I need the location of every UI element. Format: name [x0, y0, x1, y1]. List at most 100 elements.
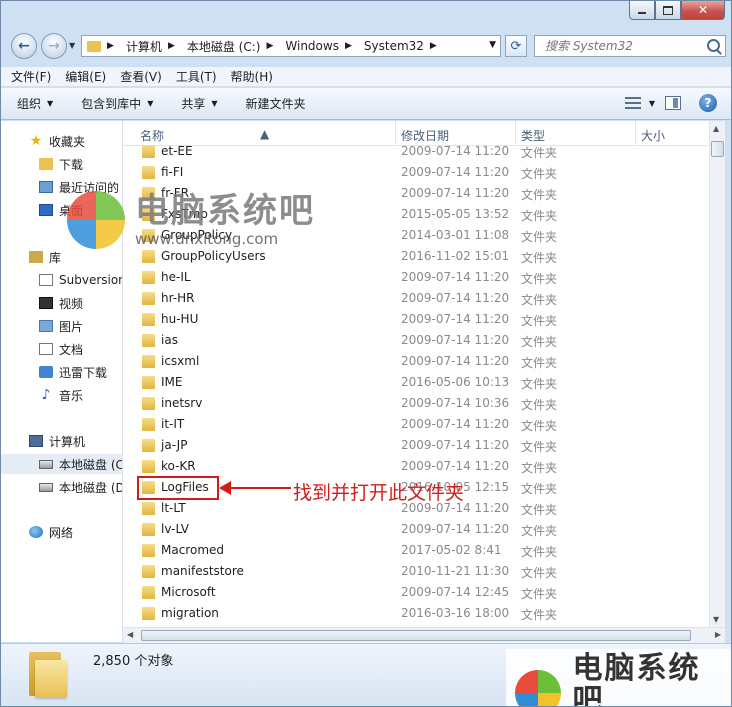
table-row[interactable]: Microsoft 2009-07-14 12:45 文件夹 [123, 582, 709, 603]
menu-edit[interactable]: 编辑(E) [65, 68, 106, 85]
caret-down-icon[interactable]: ▼ [649, 99, 655, 108]
maximize-button[interactable] [655, 1, 681, 20]
computer-icon [29, 435, 43, 447]
search-icon[interactable] [707, 39, 720, 52]
nav-subversion[interactable]: Subversion [1, 270, 122, 290]
folder-icon [142, 460, 155, 473]
file-type: 文件夹 [521, 293, 558, 307]
folder-icon [142, 313, 155, 326]
chevron-right-icon: ▶ [344, 41, 352, 51]
nav-videos[interactable]: 视频 [1, 293, 122, 313]
scroll-thumb[interactable] [711, 141, 724, 157]
folder-large-icon [29, 652, 69, 698]
vertical-scrollbar[interactable]: ▲ ▼ [709, 121, 725, 627]
table-row[interactable]: hr-HR 2009-07-14 11:20 文件夹 [123, 288, 709, 309]
music-icon: ♪ [41, 387, 51, 403]
preview-pane-icon[interactable] [665, 96, 681, 110]
table-row[interactable]: GroupPolicyUsers 2016-11-02 15:01 文件夹 [123, 246, 709, 267]
table-row[interactable]: fi-FI 2009-07-14 11:20 文件夹 [123, 162, 709, 183]
nav-disk-c[interactable]: 本地磁盘 (C [1, 454, 122, 474]
table-row[interactable]: IME 2016-05-06 10:13 文件夹 [123, 372, 709, 393]
scroll-down-icon[interactable]: ▼ [713, 615, 719, 624]
nav-pictures[interactable]: 图片 [1, 316, 122, 336]
table-row[interactable]: Macromed 2017-05-02 8:41 文件夹 [123, 540, 709, 561]
file-date: 2009-07-14 11:20 [401, 165, 510, 179]
table-row[interactable]: inetsrv 2009-07-14 10:36 文件夹 [123, 393, 709, 414]
breadcrumb-system32[interactable]: System32 ▶ [364, 39, 443, 53]
breadcrumb-computer[interactable]: 计算机 ▶ [126, 38, 181, 55]
watermark-corner: 电脑系统吧 www.dnxitong.com [513, 653, 731, 707]
share-button[interactable]: 共享 ▼ [181, 95, 217, 112]
table-row[interactable]: lv-LV 2009-07-14 11:20 文件夹 [123, 519, 709, 540]
nav-favorites[interactable]: ★ 收藏夹 [1, 131, 122, 151]
back-button[interactable]: ← [11, 33, 37, 59]
close-button[interactable]: ✕ [681, 1, 725, 20]
breadcrumb-windows[interactable]: Windows ▶ [285, 39, 358, 53]
menu-tools[interactable]: 工具(T) [176, 68, 217, 85]
new-folder-button[interactable]: 新建文件夹 [246, 95, 306, 112]
file-type: 文件夹 [521, 314, 558, 328]
folder-icon [142, 544, 155, 557]
file-type: 文件夹 [521, 503, 558, 517]
file-name: ja-JP [161, 438, 188, 452]
video-icon [39, 297, 53, 309]
table-row[interactable]: he-IL 2009-07-14 11:20 文件夹 [123, 267, 709, 288]
scroll-right-icon[interactable]: ▶ [715, 630, 721, 639]
table-row[interactable]: ja-JP 2009-07-14 11:20 文件夹 [123, 435, 709, 456]
table-row[interactable]: icsxml 2009-07-14 11:20 文件夹 [123, 351, 709, 372]
table-row[interactable]: ias 2009-07-14 11:20 文件夹 [123, 330, 709, 351]
menu-view[interactable]: 查看(V) [120, 68, 162, 85]
address-bar[interactable]: ▶ 计算机 ▶ 本地磁盘 (C:) ▶ Windows ▶ System32 ▶ ▼ [81, 35, 501, 57]
file-type: 文件夹 [521, 608, 558, 622]
file-type: 文件夹 [521, 524, 558, 538]
scroll-left-icon[interactable]: ◀ [127, 630, 133, 639]
breadcrumb-disk-c[interactable]: 本地磁盘 (C:) ▶ [187, 38, 280, 55]
nav-computer[interactable]: 计算机 [1, 431, 122, 451]
nav-network[interactable]: 网络 [1, 522, 122, 542]
file-date: 2016-05-06 10:13 [401, 375, 510, 389]
table-row[interactable]: et-EE 2009-07-14 11:20 文件夹 [123, 141, 709, 162]
table-row[interactable]: ko-KR 2009-07-14 11:20 文件夹 [123, 456, 709, 477]
nav-disk-d[interactable]: 本地磁盘 (D [1, 477, 122, 497]
folder-icon [142, 439, 155, 452]
highlight-box [137, 476, 219, 500]
help-icon[interactable]: ? [699, 94, 717, 112]
picture-icon [39, 320, 53, 332]
scroll-thumb-horizontal[interactable] [141, 630, 691, 641]
include-library-button[interactable]: 包含到库中 ▼ [81, 95, 153, 112]
nav-xunlei[interactable]: 迅雷下载 [1, 362, 122, 382]
table-row[interactable]: it-IT 2009-07-14 11:20 文件夹 [123, 414, 709, 435]
nav-music[interactable]: ♪ 音乐 [1, 385, 122, 405]
folder-icon [142, 523, 155, 536]
file-type: 文件夹 [521, 482, 558, 496]
file-name: ias [161, 333, 178, 347]
file-name: he-IL [161, 270, 191, 284]
table-row[interactable]: hu-HU 2009-07-14 11:20 文件夹 [123, 309, 709, 330]
folder-icon [142, 376, 155, 389]
nav-libraries[interactable]: 库 [1, 247, 122, 267]
nav-documents[interactable]: 文档 [1, 339, 122, 359]
watermark-title: 电脑系统吧 [572, 651, 701, 707]
menu-file[interactable]: 文件(F) [11, 68, 51, 85]
file-type: 文件夹 [521, 461, 558, 475]
forward-button[interactable]: → [41, 33, 67, 59]
breadcrumb-root[interactable]: ▶ [107, 41, 120, 51]
minimize-button[interactable] [629, 1, 655, 20]
table-row[interactable]: manifeststore 2010-11-21 11:30 文件夹 [123, 561, 709, 582]
file-name: GroupPolicyUsers [161, 249, 266, 263]
view-options-icon[interactable] [624, 97, 641, 109]
refresh-button[interactable]: ⟳ [505, 35, 527, 57]
search-box[interactable] [534, 35, 726, 57]
menu-help[interactable]: 帮助(H) [231, 68, 273, 85]
folder-icon [142, 250, 155, 263]
address-dropdown-icon[interactable]: ▼ [489, 40, 496, 50]
folder-icon [142, 355, 155, 368]
recent-pages-dropdown[interactable]: ▼ [69, 41, 75, 50]
table-row[interactable]: migration 2016-03-16 18:00 文件夹 [123, 603, 709, 624]
horizontal-scrollbar[interactable]: ◀ ▶ [123, 627, 725, 643]
nav-downloads[interactable]: 下载 [1, 154, 122, 174]
watermark-text: 电脑系统吧 www.dnxitong.com [573, 653, 731, 707]
organize-button[interactable]: 组织 ▼ [17, 95, 53, 112]
search-input[interactable] [543, 38, 707, 54]
scroll-up-icon[interactable]: ▲ [713, 124, 719, 133]
